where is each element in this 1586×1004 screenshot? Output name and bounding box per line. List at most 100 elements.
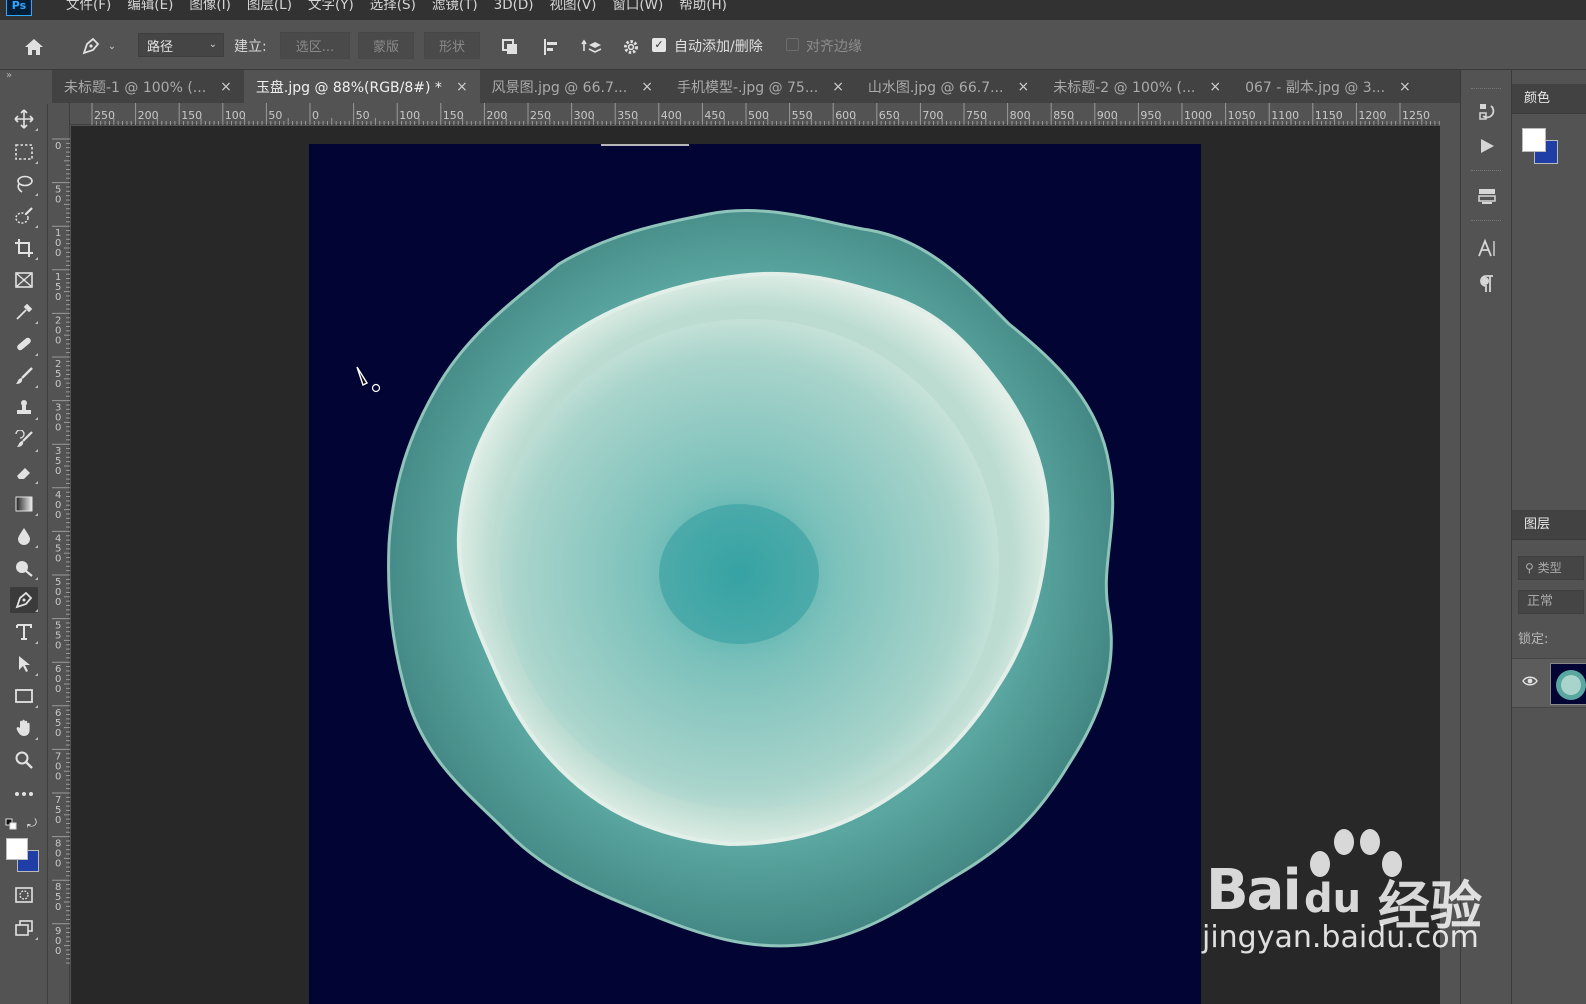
ruler-label: 100 — [225, 109, 246, 122]
ruler-label: 0 — [55, 292, 61, 303]
close-icon[interactable]: × — [1209, 79, 1221, 95]
screen-mode-button[interactable] — [10, 915, 38, 941]
close-icon[interactable]: × — [641, 79, 653, 95]
dodge-tool[interactable] — [10, 555, 38, 581]
ruler-label: 0 — [55, 728, 61, 739]
hand-tool[interactable] — [10, 715, 38, 741]
watermark-brand-du: du — [1304, 876, 1362, 922]
tool-preset-picker[interactable]: ⌄ — [74, 33, 122, 59]
layer-filter-select[interactable]: ⚲ 类型 — [1518, 556, 1584, 580]
menu-filter[interactable]: 滤镜(T) — [424, 0, 486, 13]
default-colors-icon[interactable] — [5, 818, 17, 830]
crop-tool[interactable] — [10, 235, 38, 261]
lasso-tool[interactable] — [10, 171, 38, 197]
eye-icon[interactable] — [1522, 675, 1538, 691]
close-icon[interactable]: × — [1017, 79, 1029, 95]
collapse-toolbar-icon[interactable]: » — [6, 70, 12, 81]
ruler-label: 0 — [55, 466, 61, 477]
type-tool[interactable] — [10, 619, 38, 645]
history-icon — [1479, 104, 1495, 120]
tab-phone-model[interactable]: 手机模型-.jpg @ 75... × — [665, 70, 856, 103]
menu-select[interactable]: 选择(S) — [362, 0, 424, 13]
eyedropper-tool[interactable] — [10, 299, 38, 325]
eraser-tool[interactable] — [10, 459, 38, 485]
screen-mode-icon — [15, 920, 33, 936]
document-canvas[interactable] — [309, 144, 1201, 1004]
menu-layer[interactable]: 图层(L) — [239, 0, 300, 13]
tab-jade-plate[interactable]: 玉盘.jpg @ 88%(RGB/8#) * × — [243, 70, 480, 103]
paragraph-panel-button[interactable] — [1473, 270, 1501, 298]
lasso-icon — [17, 175, 33, 193]
layer-row[interactable] — [1512, 658, 1586, 708]
ruler-label: 0 — [55, 423, 61, 434]
tab-067-copy[interactable]: 067 - 副本.jpg @ 3... × — [1233, 70, 1423, 103]
menu-type[interactable]: 文字(Y) — [300, 0, 362, 13]
quick-mask-button[interactable] — [10, 882, 38, 908]
tab-landscape[interactable]: 风景图.jpg @ 66.7... × — [480, 70, 665, 103]
color-panel-title[interactable]: 颜色 — [1512, 84, 1586, 114]
auto-add-delete-checkbox[interactable]: ✓ — [652, 38, 666, 52]
tab-title: 手机模型-.jpg @ 75... — [676, 79, 819, 96]
path-arrangement-button[interactable] — [578, 35, 604, 59]
dodge-icon — [16, 561, 33, 577]
menu-window[interactable]: 窗口(W) — [604, 0, 671, 13]
tab-untitled-1[interactable]: 未标题-1 @ 100% (... × — [52, 70, 244, 103]
close-icon[interactable]: × — [832, 79, 844, 95]
history-panel-button[interactable] — [1473, 98, 1501, 126]
ruler-label: 1150 — [1315, 109, 1343, 122]
pen-mode-select[interactable]: 路径 ⌄ — [138, 33, 224, 57]
horizontal-ruler[interactable]: 250 200 150 100 50 0 50 100 150 200 250 300 350 400 45… — [70, 103, 1440, 125]
zoom-tool[interactable] — [10, 747, 38, 773]
actions-panel-button[interactable] — [1473, 132, 1501, 160]
history-brush-tool[interactable] — [10, 427, 38, 453]
foreground-color-swatch[interactable] — [6, 838, 28, 860]
brush-icon — [16, 367, 33, 384]
properties-panel-button[interactable] — [1473, 182, 1501, 210]
frame-tool[interactable] — [10, 267, 38, 293]
home-button[interactable] — [20, 35, 48, 59]
menu-edit[interactable]: 编辑(E) — [119, 0, 181, 13]
make-shape-button[interactable]: 形状 — [424, 32, 480, 59]
ruler-label: 950 — [1140, 109, 1161, 122]
tab-untitled-2[interactable]: 未标题-2 @ 100% (... × — [1041, 70, 1233, 103]
tab-title: 风景图.jpg @ 66.7... — [491, 79, 628, 96]
ruler-label: 850 — [1053, 109, 1074, 122]
close-icon[interactable]: × — [220, 79, 232, 95]
gradient-tool[interactable] — [10, 491, 38, 517]
menu-image[interactable]: 图像(I) — [181, 0, 239, 13]
make-selection-button[interactable]: 选区... — [280, 32, 350, 59]
marquee-tool[interactable] — [10, 139, 38, 165]
ruler-origin[interactable] — [52, 103, 70, 125]
close-icon[interactable]: × — [1399, 79, 1411, 95]
character-panel-button[interactable] — [1473, 234, 1501, 262]
eraser-icon — [17, 468, 30, 479]
ruler-label: 1000 — [1184, 109, 1212, 122]
menu-file[interactable]: 文件(F) — [58, 0, 119, 13]
make-mask-button[interactable]: 蒙版 — [358, 32, 414, 59]
menu-3d[interactable]: 3D(D) — [486, 0, 542, 13]
path-selection-tool[interactable] — [10, 651, 38, 677]
move-tool[interactable] — [10, 106, 38, 132]
path-operations-button[interactable] — [497, 35, 523, 59]
swap-colors-icon[interactable]: ⤾ — [27, 816, 37, 831]
rectangle-tool[interactable] — [10, 683, 38, 709]
edit-toolbar-button[interactable] — [10, 781, 38, 807]
menu-help[interactable]: 帮助(H) — [671, 0, 735, 13]
vertical-ruler[interactable]: 0501001502002503003504004505005506006507… — [52, 125, 70, 1004]
panel-foreground-swatch[interactable] — [1522, 128, 1546, 152]
settings-button[interactable] — [618, 35, 644, 59]
quick-selection-tool[interactable] — [10, 203, 38, 229]
menu-view[interactable]: 视图(V) — [542, 0, 605, 13]
close-icon[interactable]: × — [456, 79, 468, 95]
blend-mode-select[interactable]: 正常 — [1518, 590, 1584, 614]
align-edges-checkbox[interactable] — [786, 38, 799, 51]
brush-tool[interactable] — [10, 363, 38, 389]
blur-tool[interactable] — [10, 523, 38, 549]
clone-stamp-tool[interactable] — [10, 395, 38, 421]
tab-mountain-water[interactable]: 山水图.jpg @ 66.7... × — [856, 70, 1041, 103]
healing-brush-tool[interactable] — [10, 331, 38, 357]
pen-tool[interactable] — [10, 587, 38, 613]
ruler-label: 0 — [55, 379, 61, 390]
layers-panel-title[interactable]: 图层 — [1512, 510, 1586, 540]
path-alignment-button[interactable] — [538, 35, 564, 59]
